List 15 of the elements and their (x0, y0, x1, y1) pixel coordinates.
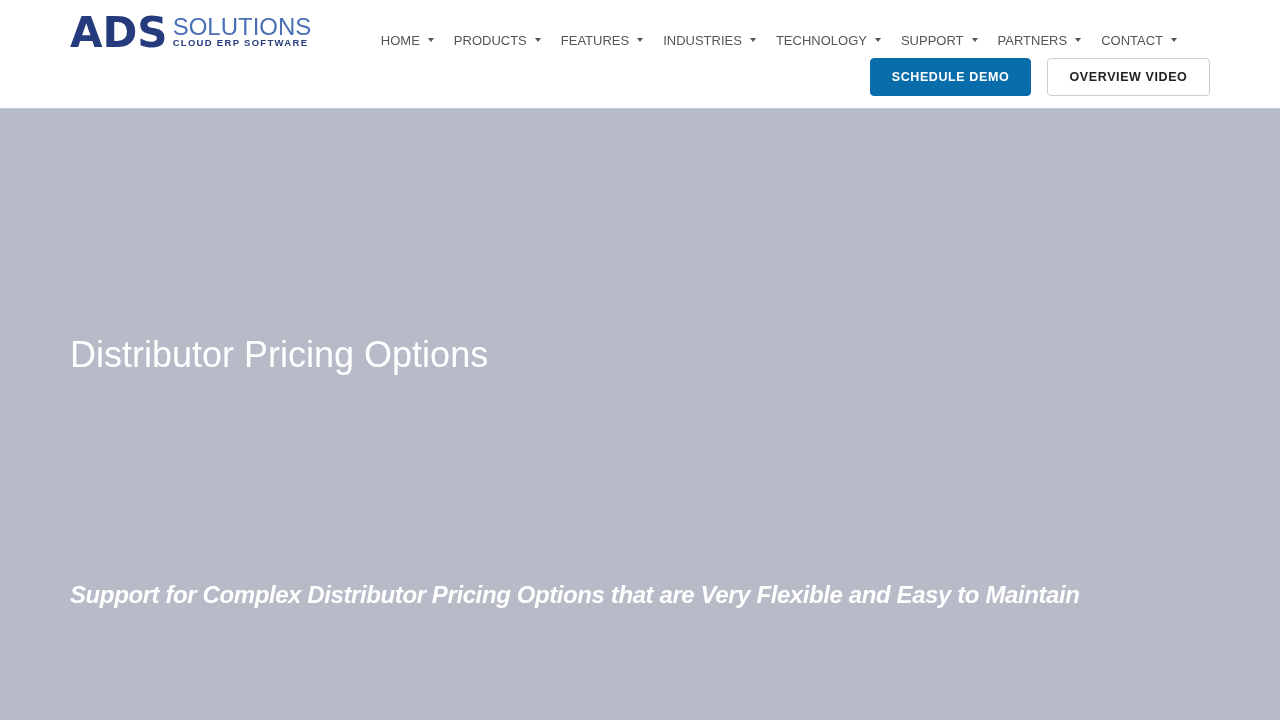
nav-link[interactable]: PARTNERS (997, 32, 1082, 48)
nav-link[interactable]: TECHNOLOGY (775, 32, 881, 48)
nav-link[interactable]: PRODUCTS (453, 32, 541, 48)
hero-subtitle: Support for Complex Distributor Pricing Options that are Very Flexible and Easy to Maintain (70, 580, 1080, 610)
hero-title: Distributor Pricing Options (70, 333, 489, 377)
logo-tagline: CLOUD ERP SOFTWARE (172, 37, 310, 48)
nav-link[interactable]: CONTACT (1101, 32, 1177, 48)
schedule-button[interactable]: SCHEDULE DEMO (870, 58, 1031, 96)
nav-link[interactable]: HOME (380, 32, 434, 48)
nav-link[interactable]: INDUSTRIES (663, 32, 756, 48)
video-button[interactable]: OVERVIEW VIDEO (1047, 58, 1210, 96)
logo-mark: ADS (70, 12, 168, 54)
logo-wordmark: SOLUTIONS (172, 17, 312, 37)
nav-link[interactable]: FEATURES (560, 32, 644, 48)
nav-link[interactable]: SUPPORT (900, 32, 978, 48)
